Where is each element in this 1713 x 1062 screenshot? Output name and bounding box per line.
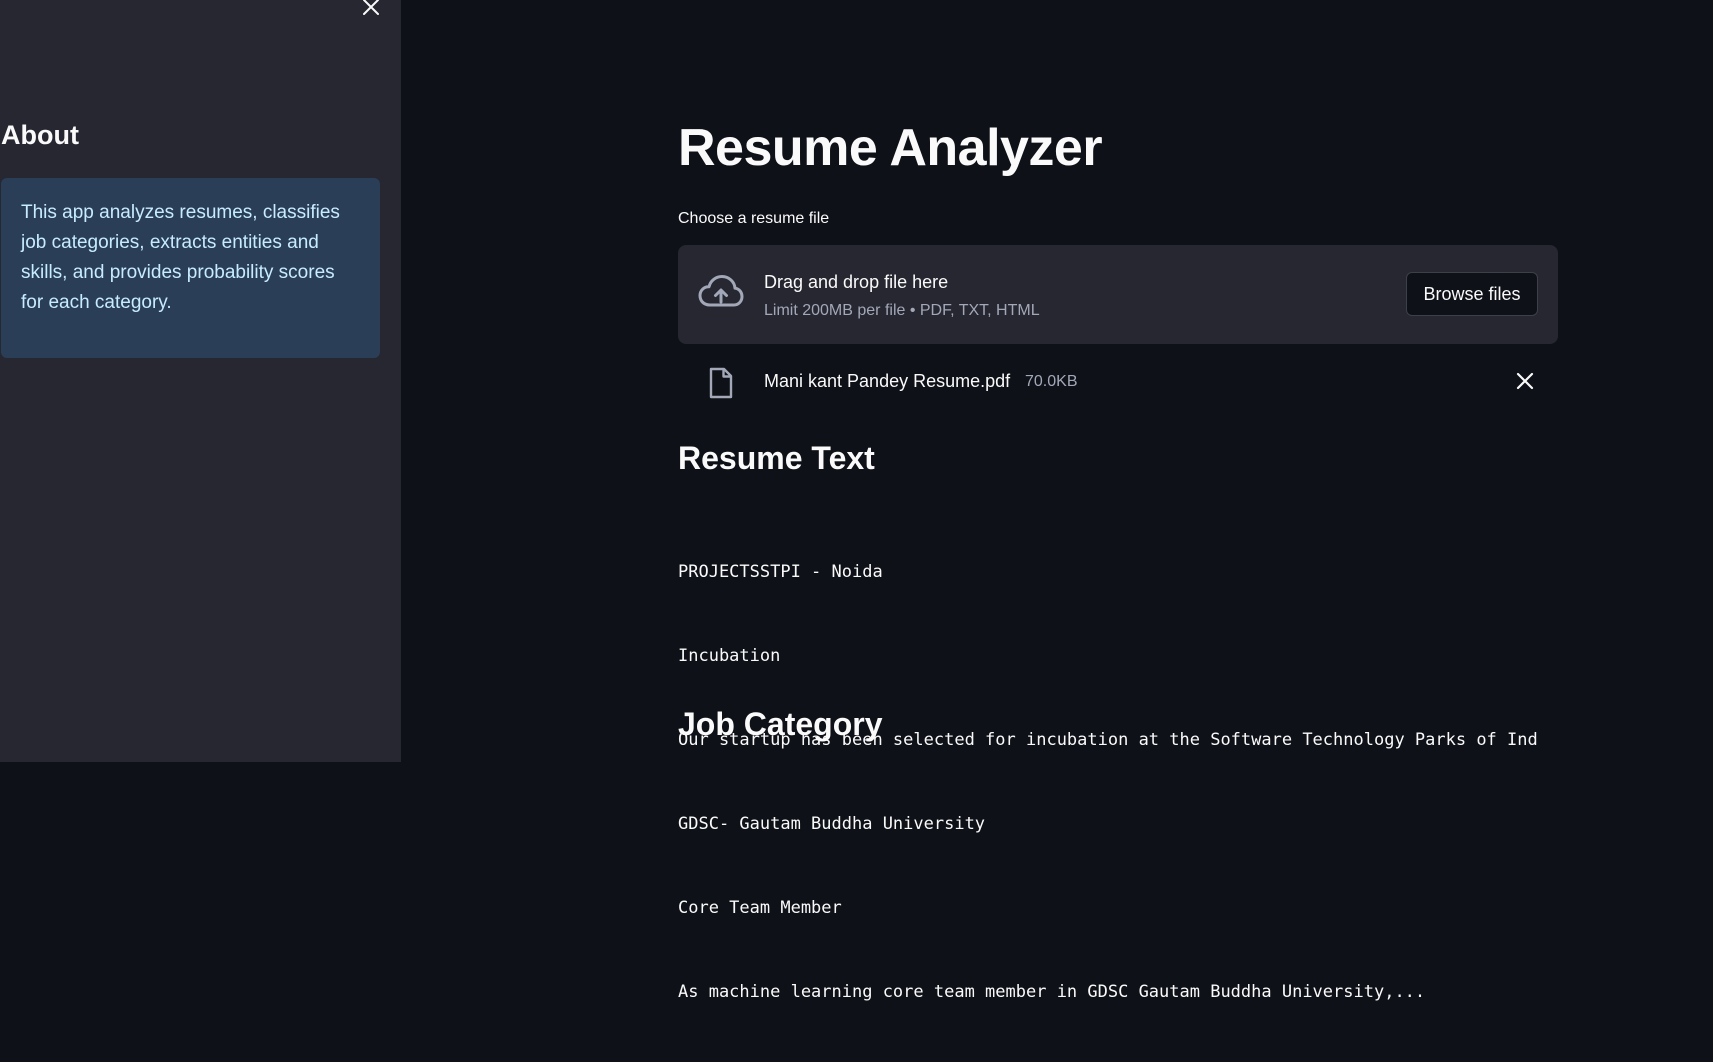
resume-text-line: GDSC- Gautam Buddha University [678, 814, 986, 834]
uploaded-file-size: 70.0KB [1025, 373, 1078, 390]
about-heading: About [1, 120, 79, 150]
dropzone-instructions: Drag and drop file here [764, 272, 949, 292]
sidebar: About This app analyzes resumes, classif… [0, 0, 401, 762]
file-icon [708, 367, 734, 399]
uploader-label: Choose a resume file [678, 210, 830, 227]
browse-files-button[interactable]: Browse files [1406, 272, 1538, 316]
close-icon[interactable] [1514, 370, 1536, 392]
cloud-upload-icon [698, 273, 744, 313]
about-text: This app analyzes resumes, classifies jo… [21, 202, 340, 313]
job-category-heading: Job Category [678, 706, 883, 742]
uploaded-file-name: Mani kant Pandey Resume.pdf [764, 371, 1011, 391]
resume-text-line: PROJECTSSTPI - Noida [678, 562, 883, 582]
close-icon[interactable] [360, 0, 382, 18]
main-content: Resume Analyzer Choose a resume file Dra… [678, 0, 1558, 1002]
dropzone-limit-text: Limit 200MB per file • PDF, TXT, HTML [764, 302, 1040, 319]
about-info-box: This app analyzes resumes, classifies jo… [1, 178, 380, 358]
resume-text-line: Incubation [678, 646, 781, 666]
resume-text-line: As machine learning core team member in … [678, 982, 1426, 1002]
page-title: Resume Analyzer [678, 119, 1103, 177]
file-dropzone[interactable]: Drag and drop file here Limit 200MB per … [678, 245, 1558, 344]
resume-text-heading: Resume Text [678, 440, 875, 476]
uploaded-file-item: Mani kant Pandey Resume.pdf 70.0KB [678, 360, 1558, 404]
resume-text-block: PROJECTSSTPI - Noida Incubation Our star… [678, 502, 1558, 1062]
resume-text-line: Core Team Member [678, 898, 842, 918]
